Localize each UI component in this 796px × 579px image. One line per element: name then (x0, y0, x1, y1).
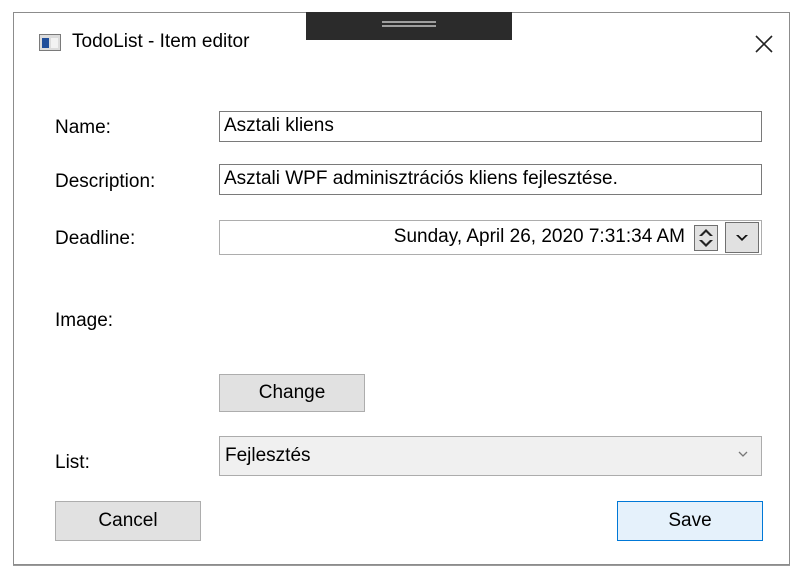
spinner-arrows (699, 229, 713, 247)
window-app-icon (39, 34, 61, 51)
change-image-button[interactable]: Change (219, 374, 365, 412)
deadline-label: Deadline: (55, 228, 136, 249)
deadline-value[interactable]: Sunday, April 26, 2020 7:31:34 AM (394, 226, 685, 248)
caret-glyph (736, 234, 748, 241)
list-selected-value: Fejlesztés (225, 445, 311, 466)
app-icon-pane (51, 38, 58, 48)
app-icon-sidebar (42, 38, 49, 48)
list-label: List: (55, 452, 90, 473)
image-label: Image: (55, 310, 114, 331)
name-label: Name: (55, 117, 111, 138)
item-editor-window (13, 12, 790, 565)
cancel-button[interactable]: Cancel (55, 501, 201, 541)
close-icon[interactable] (746, 27, 782, 61)
list-select[interactable]: Fejlesztés (219, 436, 762, 476)
description-label: Description: (55, 171, 156, 192)
window-title: TodoList - Item editor (72, 31, 250, 52)
drag-handle[interactable] (306, 12, 512, 40)
save-button[interactable]: Save (617, 501, 763, 541)
name-input[interactable]: Asztali kliens (219, 111, 762, 142)
chevron-down-icon (738, 451, 748, 457)
description-input[interactable]: Asztali WPF adminisztrációs kliens fejle… (219, 164, 762, 195)
grip-line (382, 25, 436, 27)
deadline-picker[interactable]: Sunday, April 26, 2020 7:31:34 AM (219, 220, 762, 255)
grip-line (382, 21, 436, 23)
window-bottom-edge (13, 565, 790, 566)
spinner-up-down-icon[interactable] (694, 225, 718, 251)
close-icon-glyph (755, 35, 773, 53)
caret-down-icon[interactable] (725, 222, 759, 253)
